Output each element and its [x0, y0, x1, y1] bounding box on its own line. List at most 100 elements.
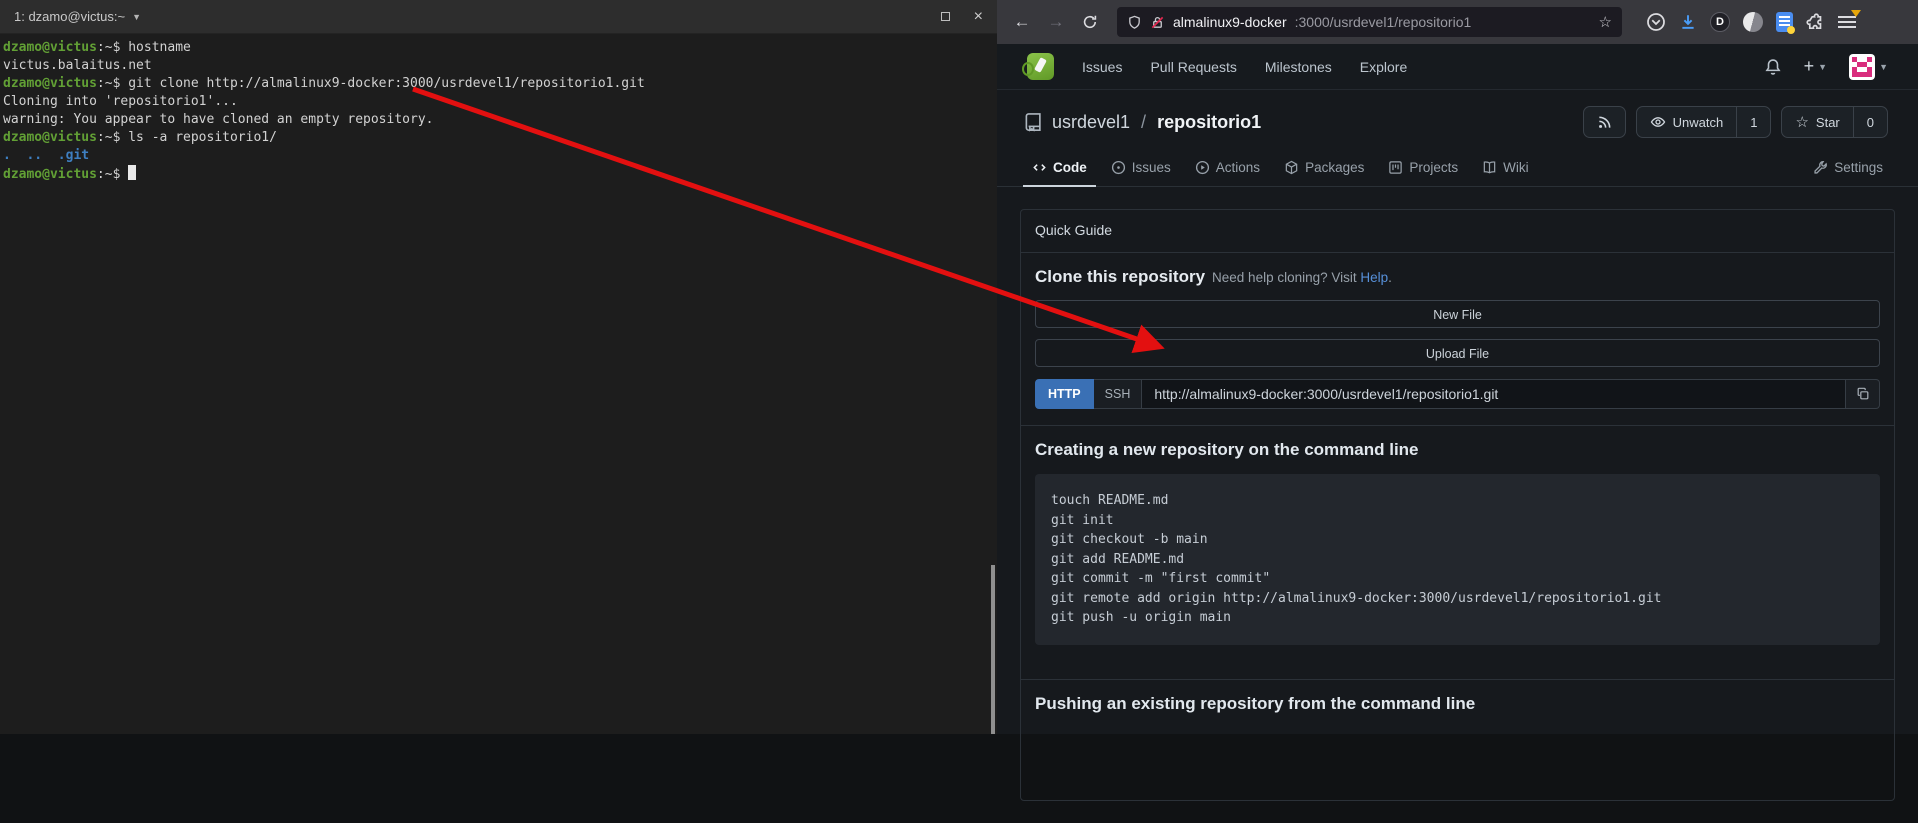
insecure-lock-icon[interactable]	[1150, 15, 1165, 30]
terminal-line: . .. .git	[3, 147, 994, 165]
downloads-icon[interactable]	[1679, 13, 1697, 31]
tab-code[interactable]: Code	[1023, 150, 1096, 187]
tracking-shield-icon[interactable]	[1127, 15, 1142, 30]
tab-packages[interactable]: Packages	[1275, 150, 1373, 187]
eye-icon	[1650, 114, 1666, 130]
notifications-bell-icon[interactable]	[1764, 58, 1782, 76]
tab-settings[interactable]: Settings	[1804, 150, 1892, 187]
http-protocol-button[interactable]: HTTP	[1035, 379, 1094, 409]
issue-icon	[1111, 160, 1126, 175]
restore-window-icon[interactable]	[941, 12, 950, 21]
repo-content: Quick Guide Clone this repository Need h…	[997, 187, 1918, 823]
unwatch-button[interactable]: Unwatch 1	[1636, 106, 1772, 138]
forward-icon[interactable]: →	[1041, 7, 1071, 37]
pushing-heading: Pushing an existing repository from the …	[1035, 694, 1880, 714]
repo-name[interactable]: repositorio1	[1157, 112, 1261, 133]
terminal-line: Cloning into 'repositorio1'...	[3, 93, 994, 111]
clone-url-input[interactable]	[1142, 379, 1846, 409]
terminal-line: dzamo@victus:~$ ls -a repositorio1/	[3, 129, 994, 147]
terminal-output[interactable]: dzamo@victus:~$ hostnamevictus.balaitus.…	[0, 34, 997, 189]
terminal-title: 1: dzamo@victus:~	[14, 9, 125, 24]
wiki-book-icon	[1482, 160, 1497, 175]
extensions-puzzle-icon[interactable]	[1806, 13, 1825, 32]
terminal-text-segment: Cloning into 'repositorio1'...	[3, 94, 238, 109]
terminal-text-segment: :~$ hostname	[97, 40, 191, 55]
star-button[interactable]: ☆ Star 0	[1781, 106, 1888, 138]
nav-milestones[interactable]: Milestones	[1265, 59, 1332, 75]
tab-actions[interactable]: Actions	[1186, 150, 1269, 187]
nav-explore[interactable]: Explore	[1360, 59, 1407, 75]
user-menu[interactable]: ▼	[1849, 54, 1888, 80]
terminal-text-segment: .	[3, 148, 11, 163]
back-icon[interactable]: ←	[1007, 7, 1037, 37]
quick-guide-panel: Quick Guide Clone this repository Need h…	[1020, 209, 1895, 801]
terminal-text-segment: dzamo@victus	[3, 130, 97, 145]
browser-toolbar: ← → almalinux9-docker:3000/usrdevel1/rep…	[997, 0, 1918, 44]
repo-owner[interactable]: usrdevel1	[1052, 112, 1130, 133]
terminal-text-segment: :~$	[97, 167, 128, 182]
help-link[interactable]: Help	[1360, 270, 1388, 285]
tab-issues[interactable]: Issues	[1102, 150, 1180, 187]
update-badge-icon	[1851, 10, 1861, 17]
terminal-line: dzamo@victus:~$	[3, 165, 994, 184]
terminal-text-segment: dzamo@victus	[3, 167, 97, 182]
upload-file-button[interactable]: Upload File	[1035, 339, 1880, 367]
copy-url-button[interactable]	[1846, 379, 1880, 409]
star-label: Star	[1816, 115, 1840, 130]
terminal-line: warning: You appear to have cloned an em…	[3, 111, 994, 129]
nav-issues[interactable]: Issues	[1082, 59, 1122, 75]
terminal-text-segment: .git	[58, 148, 89, 163]
code-icon	[1032, 160, 1047, 175]
watch-count[interactable]: 1	[1736, 107, 1770, 137]
terminal-line: dzamo@victus:~$ hostname	[3, 39, 994, 57]
close-window-icon[interactable]: ×	[974, 9, 983, 25]
repo-tabbar: Code Issues Actions Packages	[997, 150, 1918, 187]
reload-icon[interactable]	[1075, 7, 1105, 37]
terminal-dropdown-caret-icon[interactable]: ▼	[132, 12, 141, 22]
terminal-line: victus.balaitus.net	[3, 57, 994, 75]
terminal-scrollbar[interactable]	[991, 565, 995, 734]
project-board-icon	[1388, 160, 1403, 175]
bookmark-star-icon[interactable]: ☆	[1599, 13, 1612, 31]
url-path: :3000/usrdevel1/repositorio1	[1295, 14, 1472, 30]
terminal-window: 1: dzamo@victus:~ ▼ × dzamo@victus:~$ ho…	[0, 0, 997, 734]
creating-heading: Creating a new repository on the command…	[1035, 440, 1880, 460]
gitea-logo-icon[interactable]	[1027, 53, 1054, 80]
toolbar-extensions: D	[1646, 12, 1858, 32]
unwatch-label: Unwatch	[1673, 115, 1724, 130]
actions-play-icon	[1195, 160, 1210, 175]
avatar[interactable]	[1849, 54, 1875, 80]
terminal-text-segment	[42, 148, 58, 163]
tab-projects[interactable]: Projects	[1379, 150, 1467, 187]
star-count[interactable]: 0	[1853, 107, 1887, 137]
nav-pull-requests[interactable]: Pull Requests	[1150, 59, 1236, 75]
pocket-icon[interactable]	[1646, 12, 1666, 32]
clone-help-text: Need help cloning? Visit	[1212, 270, 1357, 285]
terminal-text-segment: :~$ ls -a repositorio1/	[97, 130, 277, 145]
gitea-navbar: Issues Pull Requests Milestones Explore …	[997, 44, 1918, 90]
extension-gray-icon[interactable]	[1743, 12, 1763, 32]
repo-separator: /	[1139, 112, 1148, 133]
new-file-button[interactable]: New File	[1035, 300, 1880, 328]
address-bar[interactable]: almalinux9-docker:3000/usrdevel1/reposit…	[1117, 7, 1622, 37]
terminal-line: dzamo@victus:~$ git clone http://almalin…	[3, 75, 994, 93]
rss-feed-button[interactable]	[1583, 106, 1626, 138]
tab-wiki[interactable]: Wiki	[1473, 150, 1538, 187]
terminal-text-segment: dzamo@victus	[3, 76, 97, 91]
terminal-cursor	[128, 165, 136, 180]
settings-wrench-icon	[1813, 160, 1828, 175]
terminal-text-segment: dzamo@victus	[3, 40, 97, 55]
translate-extension-icon[interactable]	[1776, 12, 1793, 32]
terminal-text-segment	[11, 148, 27, 163]
ssh-protocol-button[interactable]: SSH	[1094, 379, 1143, 409]
clone-section: Clone this repository Need help cloning?…	[1021, 253, 1894, 426]
terminal-text-segment: :~$ git clone http://almalinux9-docker:3…	[97, 76, 645, 91]
menu-icon[interactable]	[1838, 14, 1858, 30]
extension-d-icon[interactable]: D	[1710, 12, 1730, 32]
create-new-button[interactable]: +▼	[1804, 56, 1827, 77]
gitea-page: Issues Pull Requests Milestones Explore …	[997, 44, 1918, 734]
browser-window: ← → almalinux9-docker:3000/usrdevel1/rep…	[997, 0, 1918, 734]
terminal-titlebar[interactable]: 1: dzamo@victus:~ ▼ ×	[0, 0, 997, 34]
terminal-text-segment: ..	[26, 148, 42, 163]
clone-url-row: HTTP SSH	[1035, 379, 1880, 409]
